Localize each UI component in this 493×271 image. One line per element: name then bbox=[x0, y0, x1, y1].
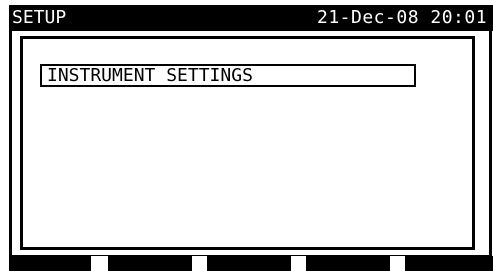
function-key-4[interactable] bbox=[306, 256, 390, 271]
date-time-display: 21-Dec-08 20:01 bbox=[317, 7, 488, 28]
function-key-1[interactable] bbox=[9, 256, 91, 271]
function-key-5[interactable] bbox=[405, 256, 493, 271]
device-screen: SETUP 21-Dec-08 20:01 INSTRUMENT SETTING… bbox=[0, 0, 493, 271]
function-key-3[interactable] bbox=[207, 256, 291, 271]
menu-item-instrument-settings[interactable]: INSTRUMENT SETTINGS bbox=[40, 64, 416, 87]
function-key-bar bbox=[9, 256, 493, 271]
title-bar: SETUP 21-Dec-08 20:01 bbox=[9, 5, 493, 31]
screen-title: SETUP bbox=[12, 7, 67, 28]
menu-item-label: INSTRUMENT SETTINGS bbox=[47, 65, 253, 86]
function-key-2[interactable] bbox=[108, 256, 192, 271]
